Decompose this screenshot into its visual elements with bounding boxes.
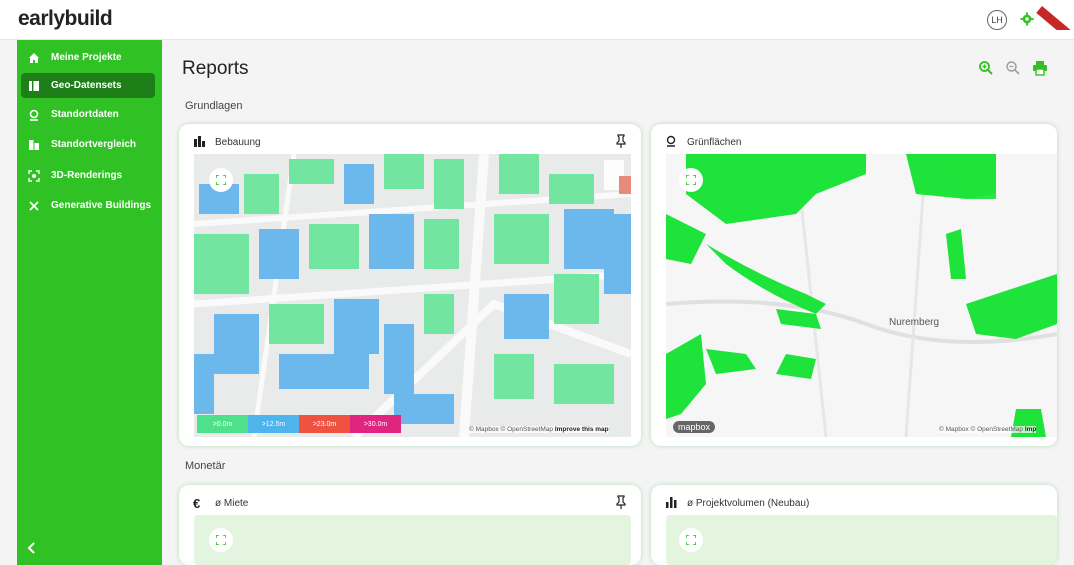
section-label-monetaer: Monetär <box>185 460 226 472</box>
map-3d-buildings[interactable] <box>194 154 631 437</box>
map-attribution: © Mapbox © OpenStreetMap Improve this ma… <box>469 426 609 433</box>
report-card-bebauung: Bebauung >0.0m >12.5m >23.0m >30.0m © Ma… <box>179 124 641 446</box>
tools-icon <box>27 199 41 213</box>
bar-chart-icon <box>665 496 679 510</box>
expand-icon <box>216 175 226 185</box>
map-book-icon <box>27 79 41 93</box>
map-attribution: © Mapbox © OpenStreetMap Imp <box>939 426 1037 433</box>
expand-chart-button[interactable] <box>679 528 703 552</box>
print-icon[interactable] <box>1032 60 1048 76</box>
legend-item-1: >0.0m <box>197 415 248 433</box>
map-green-areas[interactable] <box>666 154 1057 437</box>
page-title: Reports <box>182 58 249 79</box>
sidebar-item-label: Geo-Datensets <box>51 80 122 91</box>
report-card-miete: € ø Miete <box>179 485 641 565</box>
pin-icon[interactable] <box>615 495 627 509</box>
attribution-text: © Mapbox © OpenStreetMap <box>469 426 554 433</box>
expand-map-button[interactable] <box>679 168 703 192</box>
attribution-text: © Mapbox © OpenStreetMap <box>939 426 1024 433</box>
card-header: ø Projektvolumen (Neubau) <box>665 495 1043 511</box>
card-title: ø Projektvolumen (Neubau) <box>687 497 810 509</box>
chart-placeholder <box>666 515 1057 565</box>
card-title: Grünflächen <box>687 136 742 148</box>
expand-icon <box>686 535 696 545</box>
card-header: € ø Miete <box>193 495 627 511</box>
sidebar-item-generative-buildings[interactable]: Generative Buildings <box>21 193 155 218</box>
sidebar-item-standortdaten[interactable]: Standortdaten <box>21 102 155 127</box>
sidebar-item-3d-renderings[interactable]: 3D-Renderings <box>21 163 155 188</box>
report-card-projektvolumen: ø Projektvolumen (Neubau) <box>651 485 1057 565</box>
collapse-sidebar-chevron-icon[interactable] <box>25 541 39 555</box>
pin-icon[interactable] <box>615 134 627 148</box>
map-city-label: Nuremberg <box>889 317 940 328</box>
location-pin-icon <box>665 135 679 149</box>
expand-icon <box>686 175 696 185</box>
corner-ribbon <box>1036 0 1074 30</box>
expand-chart-button[interactable] <box>209 528 233 552</box>
sidebar-item-meine-projekte[interactable]: Meine Projekte <box>21 45 155 70</box>
sidebar-item-standortvergleich[interactable]: Standortvergleich <box>21 132 155 157</box>
section-label-grundlagen: Grundlagen <box>185 100 243 112</box>
sidebar-item-label: Standortvergleich <box>51 139 137 150</box>
zoom-out-icon[interactable] <box>1005 60 1021 76</box>
settings-gear-icon[interactable] <box>1020 12 1034 26</box>
top-bar: earlybuild LH <box>0 0 1074 40</box>
user-avatar[interactable]: LH <box>987 10 1007 30</box>
chart-placeholder <box>194 515 631 565</box>
legend-item-3: >23.0m <box>299 415 350 433</box>
home-icon <box>27 51 41 65</box>
euro-icon: € <box>193 496 201 511</box>
sidebar-item-label: Meine Projekte <box>51 52 122 63</box>
compare-icon <box>27 138 41 152</box>
legend-item-4: >30.0m <box>350 415 401 433</box>
sidebar-item-label: Generative Buildings <box>51 200 152 211</box>
improve-map-link[interactable]: Improve this map <box>555 426 609 433</box>
card-title: ø Miete <box>215 497 249 509</box>
zoom-in-icon[interactable] <box>978 60 994 76</box>
report-card-gruenflaechen: Grünflächen Nuremberg mapbox © Mapbox © … <box>651 124 1057 446</box>
sidebar: Meine Projekte Geo-Datensets Standortdat… <box>17 40 162 565</box>
height-legend: >0.0m >12.5m >23.0m >30.0m <box>197 415 401 433</box>
app-logo[interactable]: earlybuild <box>18 7 113 31</box>
card-header: Bebauung <box>193 134 627 150</box>
legend-item-2: >12.5m <box>248 415 299 433</box>
sidebar-item-geo-datensets[interactable]: Geo-Datensets <box>21 73 155 98</box>
card-title: Bebauung <box>215 136 261 148</box>
improve-map-link[interactable]: Imp <box>1025 426 1037 433</box>
mapbox-logo: mapbox <box>673 421 716 433</box>
expand-icon <box>216 535 226 545</box>
sidebar-item-label: Standortdaten <box>51 109 119 120</box>
sidebar-item-label: 3D-Renderings <box>51 170 123 181</box>
buildings-icon <box>193 135 207 149</box>
location-pin-icon <box>27 108 41 122</box>
expand-map-button[interactable] <box>209 168 233 192</box>
card-header: Grünflächen <box>665 134 1043 150</box>
3d-view-icon <box>27 169 41 183</box>
